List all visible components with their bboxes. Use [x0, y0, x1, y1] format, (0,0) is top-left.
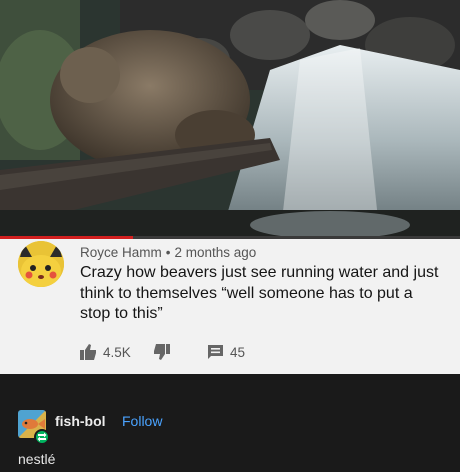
like-count: 4.5K [103, 344, 131, 360]
video-thumbnail[interactable] [0, 0, 460, 238]
pikachu-face [18, 241, 64, 287]
thumbs-down-icon [154, 344, 170, 360]
like-button[interactable]: 4.5K [80, 344, 131, 360]
dislike-button[interactable] [153, 344, 170, 360]
beaver-dam-image [0, 0, 460, 238]
reply-bubble-icon [208, 345, 223, 359]
comment-text: Crazy how beavers just see running water… [80, 264, 439, 322]
reblog-arrows-icon [37, 432, 47, 442]
follow-button[interactable]: Follow [122, 413, 162, 429]
reblog-badge-icon [34, 429, 50, 445]
meta-separator: • [165, 245, 171, 260]
comment-timestamp[interactable]: 2 months ago [175, 245, 257, 260]
thumbs-up-icon [80, 344, 96, 360]
pikachu-avatar-icon[interactable] [18, 241, 64, 287]
blog-name[interactable]: fish-bol [55, 413, 106, 429]
post-caption: nestlé [18, 451, 56, 467]
reply-count: 45 [230, 344, 246, 360]
reply-button[interactable]: 45 [207, 344, 245, 360]
comment-author[interactable]: Royce Hamm [80, 245, 162, 260]
comment-meta: Royce Hamm • 2 months ago [80, 245, 256, 260]
